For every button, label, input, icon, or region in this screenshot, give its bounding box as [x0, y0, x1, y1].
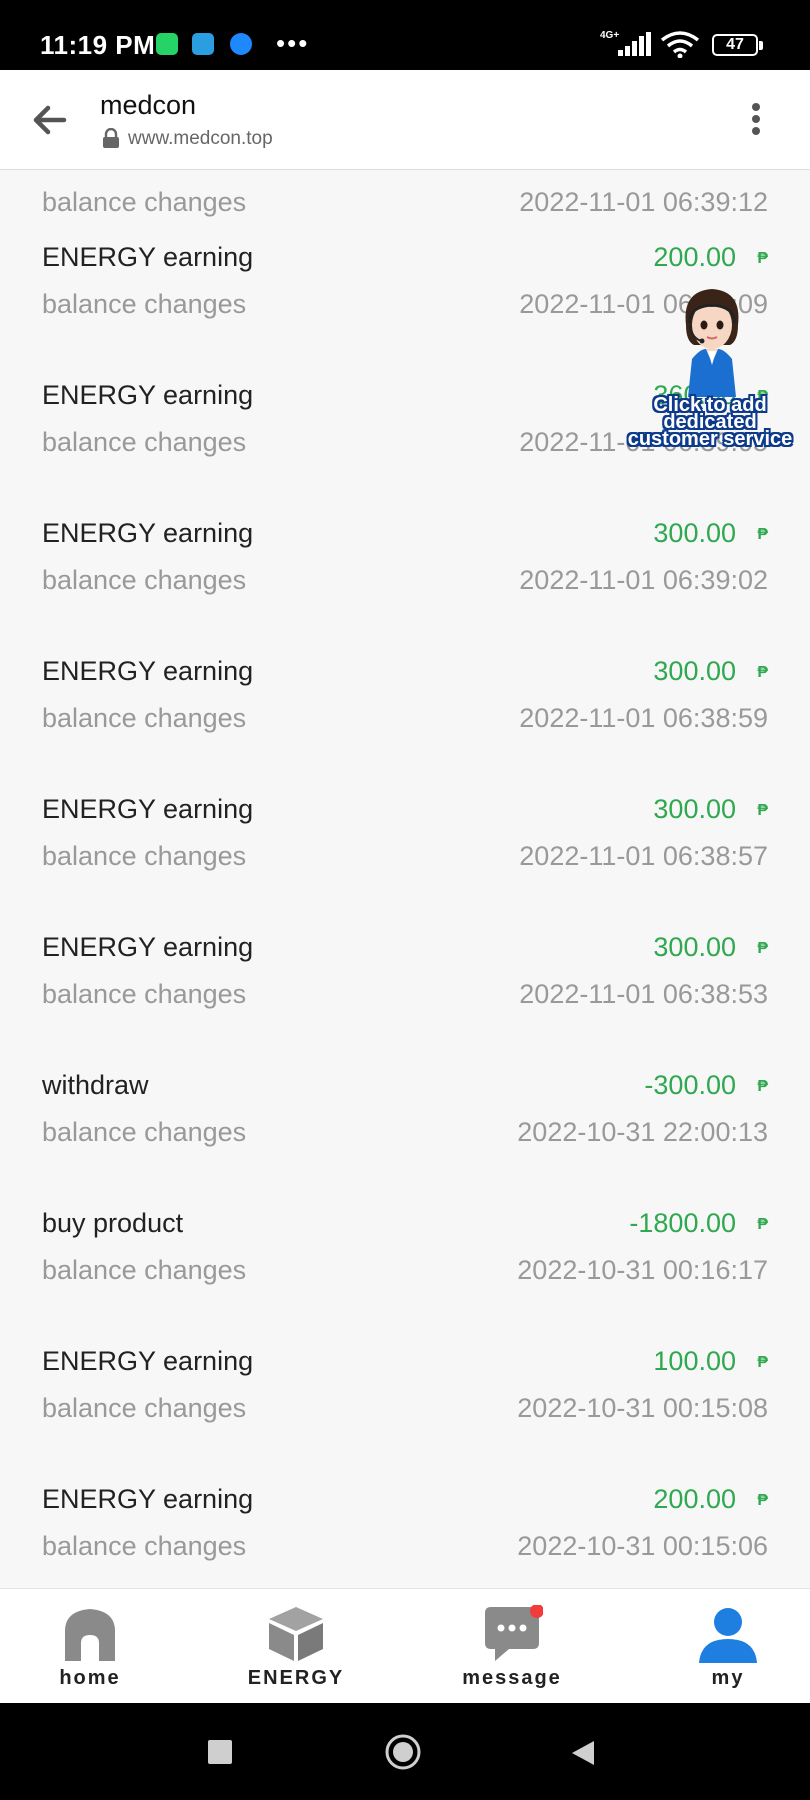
tab-energy-label: ENERGY — [247, 1667, 345, 1689]
whatsapp-icon — [156, 33, 178, 55]
record-subtitle: balance changes — [42, 427, 247, 457]
list-item[interactable]: withdraw -300.00 ₱ balance changes 2022-… — [0, 1070, 810, 1208]
record-amount: 100.00 — [653, 1346, 736, 1376]
record-title: ENERGY earning — [42, 932, 254, 962]
list-item[interactable]: ENERGY earning 300.00 ₱ balance changes … — [0, 932, 810, 1070]
list-item[interactable]: ENERGY earning 300.00 ₱ balance changes … — [0, 656, 810, 794]
list-item[interactable]: ENERGY earning 100.00 ₱ balance changes … — [0, 1346, 810, 1484]
record-amount: 300.00 — [653, 518, 736, 548]
currency-symbol: ₱ — [757, 1354, 768, 1371]
record-amount: -1800.00 — [629, 1208, 736, 1238]
record-subtitle: balance changes — [42, 703, 247, 733]
record-title: ENERGY earning — [42, 656, 254, 686]
network-type: 4G+ — [600, 30, 620, 41]
record-subtitle: balance changes — [42, 841, 247, 871]
record-timestamp: 2022-11-01 06:38:57 — [519, 841, 768, 871]
record-timestamp: 2022-10-31 22:00:13 — [517, 1117, 768, 1147]
currency-symbol: ₱ — [757, 802, 768, 819]
record-subtitle: balance changes — [42, 289, 247, 319]
system-nav-bar — [0, 1703, 810, 1800]
currency-symbol: ₱ — [757, 1216, 768, 1233]
tab-my-label: my — [711, 1667, 745, 1689]
recent-apps-icon[interactable] — [208, 1740, 232, 1764]
record-timestamp: 2022-11-01 06:39:02 — [519, 565, 768, 595]
back-arrow-icon[interactable] — [28, 100, 72, 140]
record-amount: 300.00 — [653, 656, 736, 686]
currency-symbol: ₱ — [757, 664, 768, 681]
customer-service-avatar-icon — [685, 289, 739, 397]
battery-icon: 47 — [712, 34, 763, 56]
tab-my[interactable]: my — [648, 1589, 808, 1704]
customer-service-label: Click to add dedicated customer service — [627, 394, 793, 450]
record-timestamp: 2022-11-01 06:39:12 — [519, 187, 768, 217]
record-timestamp: 2022-11-01 06:38:53 — [519, 979, 768, 1009]
home-icon — [65, 1609, 115, 1661]
currency-symbol: ₱ — [757, 1492, 768, 1509]
wifi-icon — [660, 31, 700, 58]
list-item[interactable]: ENERGY earning 300.00 ₱ balance changes … — [0, 794, 810, 932]
more-notifications-icon: ••• — [276, 28, 310, 58]
record-amount: 200.00 — [653, 1484, 736, 1514]
status-time: 11:19 PM — [40, 30, 156, 60]
list-item[interactable]: ENERGY earning 300.00 ₱ balance changes … — [0, 518, 810, 656]
lock-icon — [103, 128, 119, 148]
record-timestamp: 2022-10-31 00:15:08 — [517, 1393, 768, 1423]
record-amount: 300.00 — [653, 794, 736, 824]
record-subtitle: balance changes — [42, 1531, 247, 1561]
currency-symbol: ₱ — [757, 526, 768, 543]
currency-symbol: ₱ — [757, 940, 768, 957]
messenger-icon — [230, 33, 252, 55]
record-subtitle: balance changes — [42, 565, 247, 595]
tab-message-label: message — [462, 1667, 562, 1689]
record-timestamp: 2022-11-01 06:38:59 — [519, 703, 768, 733]
tab-home[interactable]: home — [10, 1589, 170, 1704]
currency-symbol: ₱ — [757, 1078, 768, 1095]
user-icon — [699, 1608, 757, 1663]
record-title: ENERGY earning — [42, 518, 254, 548]
bottom-tab-bar: home ENERGY message my — [0, 1588, 810, 1703]
browser-header: medcon www.medcon.top — [0, 70, 810, 170]
customer-service-button[interactable]: Click to add dedicated customer service — [612, 285, 808, 455]
more-options-icon[interactable] — [742, 100, 770, 140]
record-amount: 200.00 — [653, 242, 736, 272]
signal-icon — [618, 32, 651, 56]
record-subtitle: balance changes — [42, 979, 247, 1009]
page-title: medcon — [100, 90, 197, 120]
box-icon — [269, 1607, 323, 1661]
record-timestamp: 2022-10-31 00:15:06 — [517, 1531, 768, 1561]
record-subtitle: balance changes — [42, 1117, 247, 1147]
telegram-icon — [192, 33, 214, 55]
back-button-icon[interactable] — [570, 1739, 596, 1767]
record-title: buy product — [42, 1208, 184, 1238]
record-title: ENERGY earning — [42, 380, 254, 410]
record-subtitle: balance changes — [42, 1255, 247, 1285]
list-item[interactable]: buy product -1800.00 ₱ balance changes 2… — [0, 1208, 810, 1346]
record-amount: -300.00 — [644, 1070, 736, 1100]
record-title: withdraw — [42, 1070, 149, 1100]
record-amount: 300.00 — [653, 932, 736, 962]
record-title: ENERGY earning — [42, 1346, 254, 1376]
record-title: ENERGY earning — [42, 794, 254, 824]
record-subtitle: balance changes — [42, 187, 247, 217]
record-title: ENERGY earning — [42, 1484, 254, 1514]
status-bar: 11:19 PM ••• 4G+ 47 — [0, 0, 810, 70]
record-timestamp: 2022-10-31 00:16:17 — [517, 1255, 768, 1285]
tab-energy[interactable]: ENERGY — [216, 1589, 376, 1704]
tab-message[interactable]: message — [432, 1589, 592, 1704]
record-subtitle: balance changes — [42, 1393, 247, 1423]
list-item[interactable]: ENERGY earning 200.00 ₱ balance changes … — [0, 1484, 810, 1588]
message-icon — [485, 1605, 543, 1661]
home-button-icon[interactable] — [384, 1733, 422, 1771]
currency-symbol: ₱ — [757, 250, 768, 267]
tab-home-label: home — [59, 1667, 121, 1689]
site-url: www.medcon.top — [128, 128, 273, 149]
record-title: ENERGY earning — [42, 242, 254, 272]
